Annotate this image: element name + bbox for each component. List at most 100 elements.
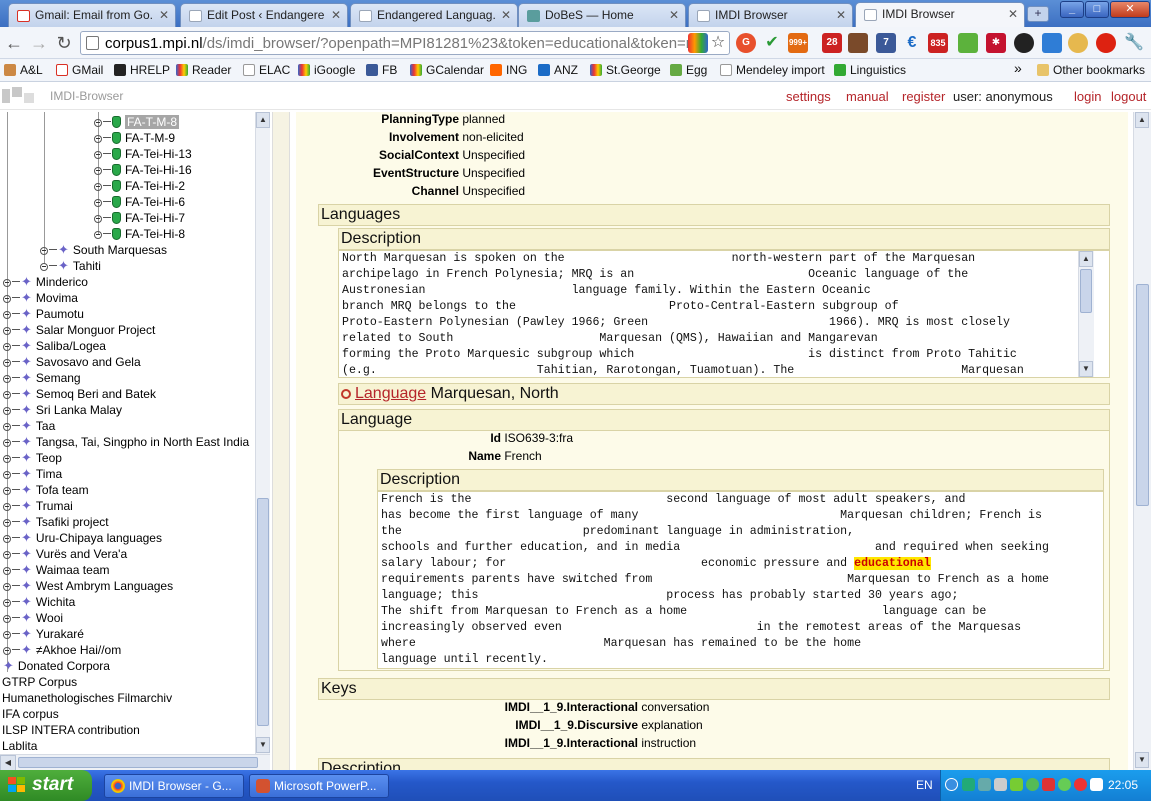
minimize-button[interactable]: _ xyxy=(1060,1,1084,18)
bookmark-item[interactable]: Reader xyxy=(176,63,231,77)
tree-node-session[interactable]: FA-Tei-Hi-6 xyxy=(94,194,185,210)
extension-icon[interactable]: G xyxy=(736,33,756,53)
tree-node-project[interactable]: ✦ Tima xyxy=(3,466,62,482)
expand-icon[interactable] xyxy=(94,151,102,159)
logout-link[interactable]: logout xyxy=(1111,89,1146,104)
tree-node-session[interactable]: FA-Tei-Hi-16 xyxy=(94,162,192,178)
checkmark-icon[interactable]: ✔ xyxy=(762,33,782,53)
scroll-left-icon[interactable]: ◀ xyxy=(0,755,16,771)
expand-icon[interactable] xyxy=(3,487,11,495)
language-indicator[interactable]: EN xyxy=(916,778,933,792)
mail-icon[interactable] xyxy=(1090,778,1103,791)
extension-icon[interactable] xyxy=(688,33,708,53)
expand-icon[interactable] xyxy=(3,375,11,383)
expand-icon[interactable] xyxy=(94,231,102,239)
close-window-button[interactable]: ✕ xyxy=(1110,1,1150,18)
tree-node-session[interactable]: FA-Tei-Hi-7 xyxy=(94,210,185,226)
tab-close-icon[interactable]: ✕ xyxy=(1008,7,1018,21)
extension-icon[interactable] xyxy=(1014,33,1034,53)
tab-close-icon[interactable]: ✕ xyxy=(836,8,846,22)
tab-close-icon[interactable]: ✕ xyxy=(159,8,169,22)
expand-icon[interactable] xyxy=(3,439,11,447)
facebook-badge[interactable]: 7 xyxy=(876,33,896,53)
network-icon[interactable] xyxy=(994,778,1007,791)
expand-icon[interactable] xyxy=(3,471,11,479)
extension-icon[interactable] xyxy=(1096,33,1116,53)
expand-icon[interactable] xyxy=(94,167,102,175)
bookmark-item[interactable]: St.George xyxy=(590,63,661,77)
expand-icon[interactable] xyxy=(94,183,102,191)
tab-close-icon[interactable]: ✕ xyxy=(669,8,679,22)
tray-app-icon[interactable] xyxy=(978,778,991,791)
tree-node-donated-corpora[interactable]: ✦ Donated Corpora xyxy=(3,658,110,674)
scroll-up-icon[interactable]: ▲ xyxy=(256,112,270,128)
tree-vertical-scrollbar[interactable]: ▲ ▼ xyxy=(255,112,270,754)
manual-link[interactable]: manual xyxy=(846,89,889,104)
expand-icon[interactable] xyxy=(3,423,11,431)
expand-icon[interactable] xyxy=(3,359,11,367)
tree-node-session[interactable]: FA-Tei-Hi-8 xyxy=(94,226,185,242)
tree-node-project[interactable]: ✦ Tsafiki project xyxy=(3,514,109,530)
new-tab-button[interactable]: + xyxy=(1027,6,1049,22)
scroll-down-icon[interactable]: ▼ xyxy=(1135,752,1149,768)
settings-link[interactable]: settings xyxy=(786,89,831,104)
wrench-icon[interactable]: 🔧 xyxy=(1124,33,1144,53)
expand-icon[interactable] xyxy=(3,311,11,319)
tree-node-corpus[interactable]: ✦ Tahiti xyxy=(40,258,101,274)
extension-icon[interactable] xyxy=(848,33,868,53)
tree-node-project[interactable]: ✦ Trumai xyxy=(3,498,73,514)
mail-icon[interactable] xyxy=(1042,778,1055,791)
login-link[interactable]: login xyxy=(1074,89,1101,104)
tree-node-top[interactable]: Humanethologisches Filmarchiv xyxy=(2,690,172,706)
tree-node-corpus[interactable]: ✦ South Marquesas xyxy=(40,242,167,258)
expand-icon[interactable] xyxy=(3,455,11,463)
tab-imdi-browser-active[interactable]: IMDI Browser ✕ xyxy=(855,2,1025,27)
tree-node-top[interactable]: ILSP INTERA contribution xyxy=(2,722,140,738)
tray-app-icon[interactable] xyxy=(962,778,975,791)
tree-node-project[interactable]: ✦ Saliba/Logea xyxy=(3,338,106,354)
mail-badge[interactable]: 835 xyxy=(928,33,948,53)
tab-dobes-home[interactable]: DoBeS — Home ✕ xyxy=(518,3,686,27)
security-icon[interactable] xyxy=(1074,778,1087,791)
expand-icon[interactable] xyxy=(3,279,11,287)
language-link[interactable]: Language xyxy=(355,385,426,402)
expand-icon[interactable] xyxy=(3,631,11,639)
calendar-icon[interactable] xyxy=(1042,33,1062,53)
expand-icon[interactable] xyxy=(3,615,11,623)
tree-node-session[interactable]: FA-Tei-Hi-13 xyxy=(94,146,192,162)
tree-node-project[interactable]: ✦ Wooi xyxy=(3,610,63,626)
register-link[interactable]: register xyxy=(902,89,945,104)
expand-icon[interactable] xyxy=(3,503,11,511)
scroll-thumb[interactable] xyxy=(1136,284,1149,506)
tree-node-top[interactable]: IFA corpus xyxy=(2,706,59,722)
tree-horizontal-scrollbar[interactable]: ◀ xyxy=(0,754,270,771)
expand-icon[interactable] xyxy=(3,583,11,591)
scroll-down-icon[interactable]: ▼ xyxy=(256,737,270,753)
expand-icon[interactable] xyxy=(3,295,11,303)
expand-icon[interactable] xyxy=(3,407,11,415)
expand-icon[interactable] xyxy=(94,119,102,127)
description-scrollbar[interactable]: ▲ ▼ xyxy=(1078,251,1094,377)
bookmark-item[interactable]: iGoogle xyxy=(298,63,355,77)
tree-node-project[interactable]: ✦ Teop xyxy=(3,450,62,466)
expand-icon[interactable] xyxy=(3,519,11,527)
scroll-thumb[interactable] xyxy=(1080,269,1092,313)
tray-app-icon[interactable] xyxy=(1058,778,1071,791)
address-bar[interactable]: corpus1.mpi.nl/ds/imdi_browser/?openpath… xyxy=(80,31,730,55)
expand-icon[interactable] xyxy=(40,263,48,271)
tree-node-project[interactable]: ✦ Sri Lanka Malay xyxy=(3,402,122,418)
expand-icon[interactable] xyxy=(3,647,11,655)
notification-badge[interactable]: 999+ xyxy=(788,33,808,53)
expand-icon[interactable] xyxy=(3,551,11,559)
tree-node-top[interactable]: GTRP Corpus xyxy=(2,674,77,690)
tree-node-project[interactable]: ✦ Semoq Beri and Batek xyxy=(3,386,156,402)
tray-app-icon[interactable] xyxy=(1026,778,1039,791)
tab-edit-post[interactable]: Edit Post ‹ Endangere... ✕ xyxy=(180,3,348,27)
expand-icon[interactable] xyxy=(94,199,102,207)
tree-node-project[interactable]: ✦ Tangsa, Tai, Singpho in North East Indi… xyxy=(3,434,249,450)
extension-icon[interactable] xyxy=(958,33,978,53)
tree-node-project[interactable]: ✦ Paumotu xyxy=(3,306,84,322)
scroll-up-icon[interactable]: ▲ xyxy=(1079,251,1093,267)
expand-icon[interactable] xyxy=(3,327,11,335)
expand-icon[interactable] xyxy=(3,535,11,543)
